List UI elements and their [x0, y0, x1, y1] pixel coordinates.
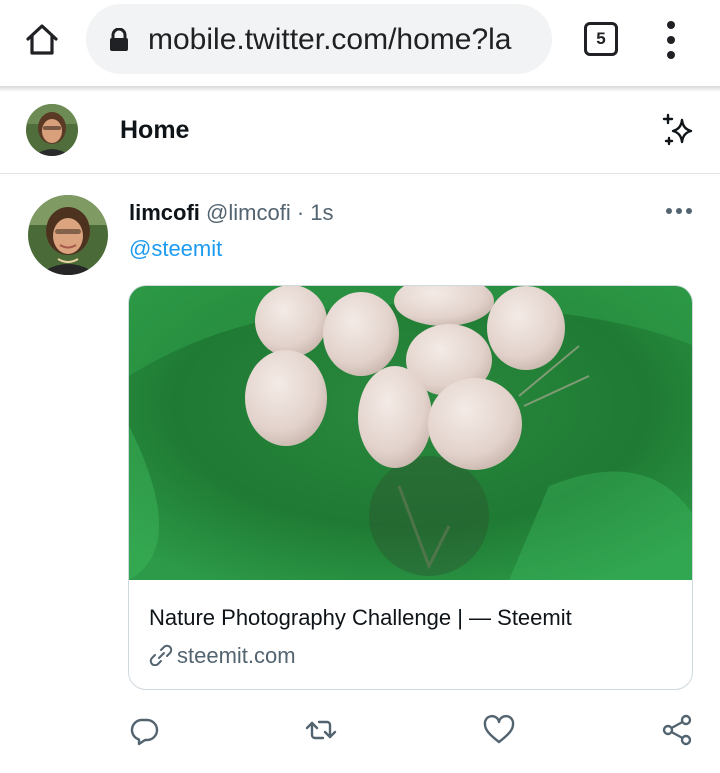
retweet-button[interactable]	[304, 713, 338, 747]
author-handle[interactable]: @limcofi	[206, 200, 291, 225]
retweet-icon	[305, 720, 337, 740]
share-icon	[662, 714, 692, 746]
tab-switcher-button[interactable]: 5	[584, 22, 618, 56]
separator-dot: ·	[296, 200, 305, 225]
tweet-actions	[0, 705, 720, 755]
card-image[interactable]	[129, 286, 692, 580]
browser-home-button[interactable]	[22, 20, 62, 60]
url-text[interactable]: mobile.twitter.com/home?la	[148, 22, 538, 58]
top-tweets-button[interactable]	[660, 112, 698, 150]
link-preview-card[interactable]: Nature Photography Challenge | — Steemit…	[128, 285, 693, 690]
link-icon	[149, 644, 173, 666]
account-avatar[interactable]	[26, 104, 78, 156]
card-title[interactable]: Nature Photography Challenge | — Steemit	[149, 604, 572, 632]
tweet-more-button[interactable]	[664, 205, 694, 219]
heart-icon	[483, 714, 515, 744]
author-name[interactable]: limcofi	[129, 200, 200, 225]
more-horiz-icon	[666, 208, 672, 214]
reply-button[interactable]	[127, 713, 161, 747]
browser-menu-button[interactable]	[660, 20, 682, 60]
tweet-header: limcofi @limcofi · 1s	[129, 199, 334, 227]
like-button[interactable]	[482, 713, 516, 747]
url-bar[interactable]: mobile.twitter.com/home?la	[86, 4, 552, 74]
tweet[interactable]: limcofi @limcofi · 1s @steemit Nature Ph…	[0, 175, 720, 773]
lock-icon	[110, 28, 128, 51]
page-title: Home	[120, 116, 190, 144]
card-domain-text: steemit.com	[177, 643, 296, 668]
tweet-mention-link[interactable]: @steemit	[129, 235, 222, 263]
reply-icon	[130, 718, 159, 746]
browser-toolbar: mobile.twitter.com/home?la 5	[0, 0, 720, 86]
share-button[interactable]	[660, 713, 694, 747]
author-avatar[interactable]	[28, 195, 108, 275]
sparkle-icon	[662, 113, 693, 146]
tweet-timestamp[interactable]: 1s	[310, 200, 333, 225]
more-vert-icon	[667, 21, 675, 29]
timeline-header: Home	[0, 92, 720, 174]
card-domain[interactable]: steemit.com	[149, 642, 296, 670]
home-icon	[26, 24, 58, 55]
